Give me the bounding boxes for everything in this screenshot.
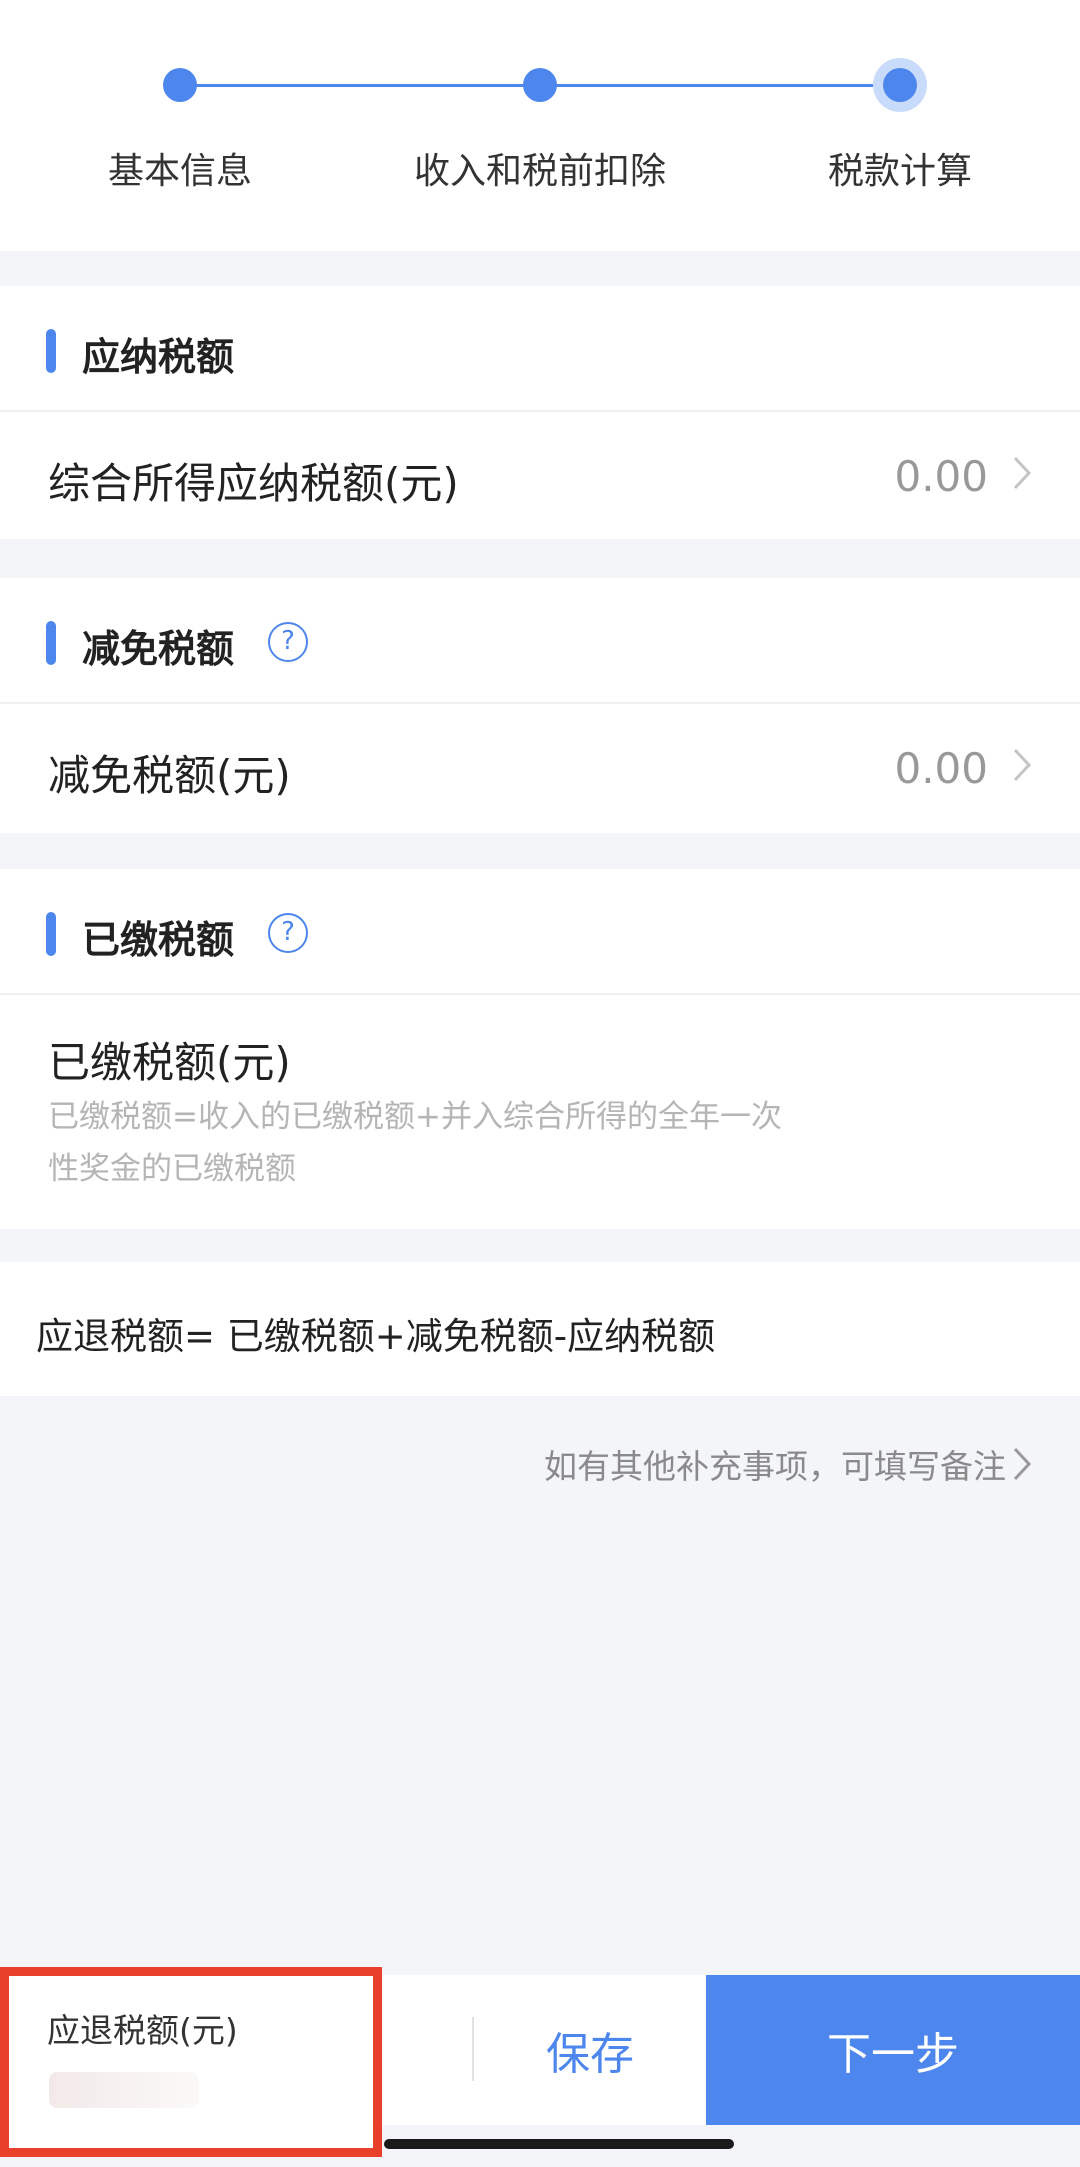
home-indicator [384,2139,734,2149]
question-circle-icon[interactable]: ? [268,622,308,662]
step-label-income-deduction: 收入和税前扣除 [413,151,667,192]
refund-amount-value-blurred [49,2072,199,2108]
step-label-basic-info: 基本信息 [107,151,253,192]
row-label: 已缴税额(元) [48,1038,291,1087]
tax-reduction-row[interactable]: 减免税额(元) 0.00 [0,704,1080,831]
section-accent-bar [46,329,56,373]
tax-reduction-header: 减免税额 ? [0,578,1080,704]
section-accent-bar [46,621,56,665]
row-label: 综合所得应纳税额(元) [48,459,459,508]
progress-stepper: 基本信息 收入和税前扣除 税款计算 [0,0,1080,251]
save-button[interactable]: 保存 [490,1975,690,2125]
paid-tax-row[interactable]: 已缴税额(元) 已缴税额=收入的已缴税额+并入综合所得的全年一次 性奖金的已缴税… [0,995,1080,1227]
step-dot-2 [523,68,557,102]
payable-tax-card: 应纳税额 综合所得应纳税额(元) 0.00 [0,286,1080,539]
section-title: 应纳税额 [82,335,235,379]
row-label: 减免税额(元) [48,751,291,800]
tax-reduction-card: 减免税额 ? 减免税额(元) 0.00 [0,578,1080,833]
refund-formula: 应退税额= 已缴税额+减免税额-应纳税额 [36,1315,716,1358]
chevron-right-icon [1013,748,1032,782]
refund-amount-label: 应退税额(元) [47,2011,238,2050]
step-label-tax-calculation: 税款计算 [827,151,973,192]
add-remark-link[interactable]: 如有其他补充事项，可填写备注 [544,1440,1032,1488]
refund-amount-box: 应退税额(元) [0,1967,382,2157]
paid-tax-card: 已缴税额 ? 已缴税额(元) 已缴税额=收入的已缴税额+并入综合所得的全年一次 … [0,869,1080,1229]
section-title: 减免税额 [82,627,235,671]
section-title: 已缴税额 [82,918,235,962]
next-step-button[interactable]: 下一步 [706,1975,1080,2125]
step-dot-1 [163,68,197,102]
step-dot-3-active [883,68,917,102]
paid-tax-note-line1: 已缴税额=收入的已缴税额+并入综合所得的全年一次 [48,1099,782,1135]
paid-tax-header: 已缴税额 ? [0,869,1080,995]
chevron-right-icon [1013,456,1032,490]
formula-card: 应退税额= 已缴税额+减免税额-应纳税额 [0,1262,1080,1396]
section-accent-bar [46,912,56,956]
question-circle-icon[interactable]: ? [268,913,308,953]
payable-tax-row[interactable]: 综合所得应纳税额(元) 0.00 [0,412,1080,539]
payable-tax-header: 应纳税额 [0,286,1080,412]
row-value: 0.00 [894,744,988,793]
bottom-bar-divider [472,2017,474,2081]
chevron-right-icon [1013,1447,1032,1481]
row-value: 0.00 [894,452,988,501]
remark-link-text: 如有其他补充事项，可填写备注 [544,1447,1006,1486]
paid-tax-note-line2: 性奖金的已缴税额 [48,1151,296,1187]
